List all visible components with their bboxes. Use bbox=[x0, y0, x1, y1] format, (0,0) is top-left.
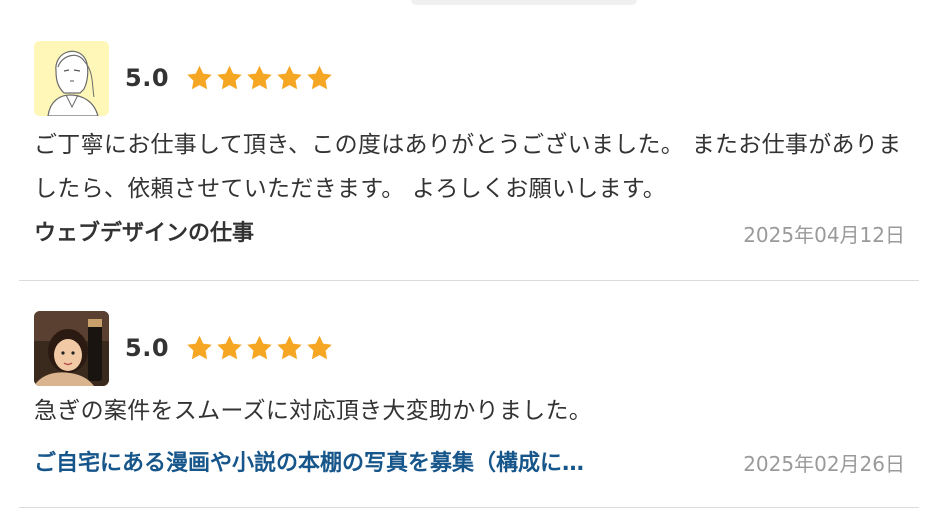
review-score: 5.0 bbox=[125, 334, 170, 362]
star-icon bbox=[187, 65, 212, 90]
star-icon bbox=[307, 335, 332, 360]
job-title: ウェブデザインの仕事 bbox=[34, 221, 255, 246]
review-score: 5.0 bbox=[125, 64, 170, 92]
job-title-link[interactable]: ご自宅にある漫画や小説の本棚の写真を募集（構成に… bbox=[34, 449, 694, 479]
review-header: 5.0 bbox=[34, 310, 334, 386]
star-icon bbox=[187, 335, 212, 360]
review-date: 2025年02月26日 bbox=[743, 452, 905, 476]
star-icon bbox=[277, 335, 302, 360]
star-icon bbox=[217, 335, 242, 360]
star-icon bbox=[217, 65, 242, 90]
star-rating bbox=[185, 334, 334, 362]
reviewer-avatar[interactable] bbox=[34, 40, 109, 116]
woman-sketch-avatar-icon bbox=[34, 40, 109, 116]
review-item: 5.0 急ぎの案件をスムーズに対応頂き大変助かりました。 ご自宅にある漫画や小説… bbox=[19, 310, 919, 508]
star-rating bbox=[185, 64, 334, 92]
reviewer-avatar[interactable] bbox=[34, 310, 109, 386]
star-icon bbox=[307, 65, 332, 90]
review-date: 2025年04月12日 bbox=[743, 223, 905, 247]
review-comment: 急ぎの案件をスムーズに対応頂き大変助かりました。 bbox=[34, 398, 593, 424]
top-tab-edge[interactable] bbox=[411, 0, 637, 5]
star-icon bbox=[247, 335, 272, 360]
review-item: 5.0 ご丁寧にお仕事して頂き、この度はありがとうございました。 またお仕事があ… bbox=[19, 40, 919, 281]
review-comment: ご丁寧にお仕事して頂き、この度はありがとうございました。 またお仕事がありました… bbox=[34, 132, 902, 202]
star-icon bbox=[247, 65, 272, 90]
woman-photo-avatar-icon bbox=[34, 310, 109, 386]
review-list-page: 5.0 ご丁寧にお仕事して頂き、この度はありがとうございました。 またお仕事があ… bbox=[0, 0, 952, 527]
review-header: 5.0 bbox=[34, 40, 334, 116]
star-icon bbox=[277, 65, 302, 90]
